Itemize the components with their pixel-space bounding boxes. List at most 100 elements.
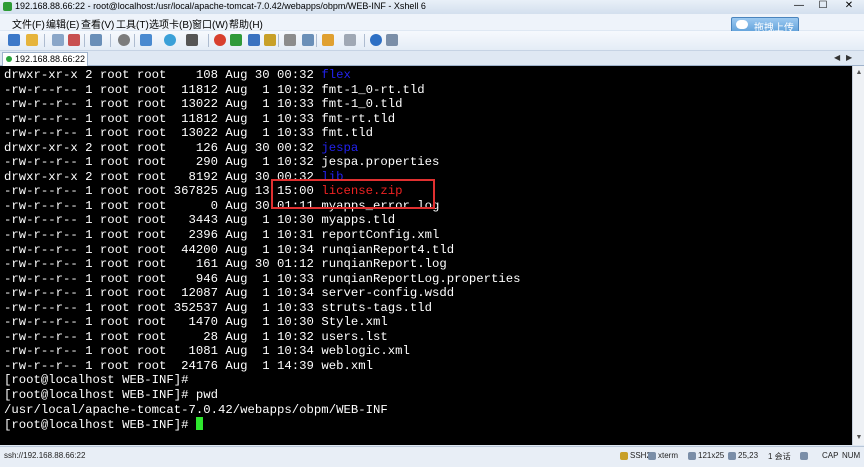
session-tab-label: 192.168.88.66:22 xyxy=(15,54,86,64)
menu-tabs[interactable]: 选项卡(B) xyxy=(149,16,192,31)
line-text: -rw-r--r-- 1 root root 946 Aug 1 10:33 xyxy=(4,271,322,286)
line-text: -rw-r--r-- 1 root root 28 Aug 1 10:32 xyxy=(4,329,322,344)
tab-next-icon[interactable]: ▶ xyxy=(846,53,852,62)
shell-prompt: [root@localhost WEB-INF]# xyxy=(4,418,196,433)
disconnect-icon[interactable] xyxy=(68,34,80,46)
lock-icon[interactable] xyxy=(264,34,276,46)
terminal-line: /usr/local/apache-tomcat-7.0.42/webapps/… xyxy=(4,403,521,418)
toolbar-separator xyxy=(134,34,135,47)
line-text: -rw-r--r-- 1 root root 24176 Aug 1 14:39 xyxy=(4,358,322,373)
line-text: drwxr-xr-x 2 root root 108 Aug 30 00:32 xyxy=(4,68,322,82)
session-tab-bar: 192.168.88.66:22 ◀ ▶ xyxy=(0,51,864,66)
transfer-icon[interactable] xyxy=(248,34,260,46)
status-cursor-position: 25,23 xyxy=(738,451,759,460)
help-icon[interactable] xyxy=(370,34,382,46)
more-icon[interactable] xyxy=(386,34,398,46)
maximize-button[interactable]: ☐ xyxy=(812,0,834,12)
file-name: fmt-rt.tld xyxy=(321,111,396,126)
line-text: drwxr-xr-x 2 root root 126 Aug 30 00:32 xyxy=(4,140,322,155)
directory-name: jespa xyxy=(321,140,359,155)
new-session-icon[interactable] xyxy=(8,34,20,46)
toolbar-separator xyxy=(110,34,111,47)
toolbar-separator xyxy=(316,34,317,47)
terminal-line: -rw-r--r-- 1 root root 3443 Aug 1 10:30 … xyxy=(4,213,521,228)
session-arrow-icon xyxy=(800,452,808,460)
terminal-line: -rw-r--r-- 1 root root 13022 Aug 1 10:33… xyxy=(4,126,521,141)
terminal-line: -rw-r--r-- 1 root root 11812 Aug 1 10:32… xyxy=(4,83,521,98)
close-button[interactable]: ✕ xyxy=(838,0,860,12)
minimize-button[interactable]: — xyxy=(788,0,810,12)
terminal-line: -rw-r--r-- 1 root root 12087 Aug 1 10:34… xyxy=(4,286,521,301)
terminal-scrollbar[interactable]: ▲ ▼ xyxy=(852,66,864,445)
terminal-view[interactable]: drwxr-xr-x 2 root root 108 Aug 30 00:32 … xyxy=(0,66,852,445)
line-text: -rw-r--r-- 1 root root 11812 Aug 1 10:32 xyxy=(4,82,322,97)
tab-prev-icon[interactable]: ◀ xyxy=(834,53,840,62)
menu-edit[interactable]: 编辑(E) xyxy=(46,16,79,31)
file-name: runqianReport.log xyxy=(321,257,447,272)
scroll-down-icon[interactable]: ▼ xyxy=(854,433,864,443)
color-scheme-icon[interactable] xyxy=(164,34,176,46)
size-icon xyxy=(688,452,696,460)
status-terminal-type: xterm xyxy=(658,451,678,460)
file-name: myapps.tld xyxy=(321,213,396,228)
properties-icon[interactable] xyxy=(140,34,152,46)
keyboard-icon[interactable] xyxy=(284,34,296,46)
annotation-highlight-box xyxy=(271,179,435,209)
toolbar-separator xyxy=(364,34,365,47)
terminal-line: drwxr-xr-x 2 root root 8192 Aug 30 00:32… xyxy=(4,170,521,185)
xmanager-icon[interactable] xyxy=(230,34,242,46)
open-folder-icon[interactable] xyxy=(26,34,38,46)
line-text: -rw-r--r-- 1 root root 1470 Aug 1 10:30 xyxy=(4,315,322,330)
toolbar-separator xyxy=(208,34,209,47)
toolbar-separator xyxy=(278,34,279,47)
line-text: -rw-r--r-- 1 root root 3443 Aug 1 10:30 xyxy=(4,213,322,228)
session-tab[interactable]: 192.168.88.66:22 xyxy=(2,52,88,66)
line-text: -rw-r--r-- 1 root root 290 Aug 1 10:32 xyxy=(4,155,322,170)
cloud-upload-icon xyxy=(736,20,748,29)
line-text: -rw-r--r-- 1 root root 13022 Aug 1 10:33 xyxy=(4,97,322,112)
menu-view[interactable]: 查看(V) xyxy=(81,16,114,31)
xftp-icon[interactable] xyxy=(214,34,226,46)
terminal-line: -rw-r--r-- 1 root root 28 Aug 1 10:32 us… xyxy=(4,330,521,345)
compose-icon[interactable] xyxy=(302,34,314,46)
terminal-line: -rw-r--r-- 1 root root 352537 Aug 1 10:3… xyxy=(4,301,521,316)
menu-help[interactable]: 帮助(H) xyxy=(229,16,263,31)
reconnect-icon[interactable] xyxy=(52,34,64,46)
toolbar-separator xyxy=(44,34,45,47)
line-text: -rw-r--r-- 1 root root 13022 Aug 1 10:33 xyxy=(4,126,322,141)
file-name: fmt-1_0-rt.tld xyxy=(321,82,425,97)
status-caps: CAP xyxy=(822,451,839,460)
options-icon[interactable] xyxy=(344,34,356,46)
font-icon[interactable] xyxy=(186,34,198,46)
toolbar xyxy=(0,31,864,51)
file-name: jespa.properties xyxy=(321,155,440,170)
line-text: -rw-r--r-- 1 root root 352537 Aug 1 10:3… xyxy=(4,300,322,315)
file-name: runqianReportLog.properties xyxy=(321,271,521,286)
menu-tools[interactable]: 工具(T) xyxy=(116,16,149,31)
status-size: 121x25 xyxy=(698,451,725,460)
window-title: 192.168.88.66:22 - root@localhost:/usr/l… xyxy=(15,1,426,11)
line-text: [root@localhost WEB-INF]# pwd xyxy=(4,388,219,403)
menu-window[interactable]: 窗口(W) xyxy=(192,16,228,31)
terminal-output: drwxr-xr-x 2 root root 108 Aug 30 00:32 … xyxy=(4,68,521,432)
find-icon[interactable] xyxy=(118,34,130,46)
copy-icon[interactable] xyxy=(90,34,102,46)
layout-icon[interactable] xyxy=(322,34,334,46)
terminal-line: [root@localhost WEB-INF]# xyxy=(4,373,521,388)
terminal-line: -rw-r--r-- 1 root root 1470 Aug 1 10:30 … xyxy=(4,315,521,330)
status-bar: ssh://192.168.88.66:22 SSH2 xterm 121x25… xyxy=(0,446,864,467)
menu-file[interactable]: 文件(F) xyxy=(12,16,45,31)
line-text: -rw-r--r-- 1 root root 1081 Aug 1 10:34 xyxy=(4,344,322,359)
line-text: -rw-r--r-- 1 root root 161 Aug 30 01:12 xyxy=(4,257,322,272)
file-name: fmt.tld xyxy=(321,126,373,141)
xshell-app-icon[interactable] xyxy=(3,2,12,11)
file-name: runqianReport4.tld xyxy=(321,242,455,257)
file-name: reportConfig.xml xyxy=(321,228,440,243)
terminal-line: -rw-r--r-- 1 root root 11812 Aug 1 10:33… xyxy=(4,112,521,127)
terminal-type-icon xyxy=(648,452,656,460)
toolbar-separator xyxy=(84,34,85,47)
scroll-up-icon[interactable]: ▲ xyxy=(854,68,864,78)
terminal-line: [root@localhost WEB-INF]# pwd xyxy=(4,388,521,403)
directory-name: flex xyxy=(321,68,351,82)
terminal-line: -rw-r--r-- 1 root root 13022 Aug 1 10:33… xyxy=(4,97,521,112)
